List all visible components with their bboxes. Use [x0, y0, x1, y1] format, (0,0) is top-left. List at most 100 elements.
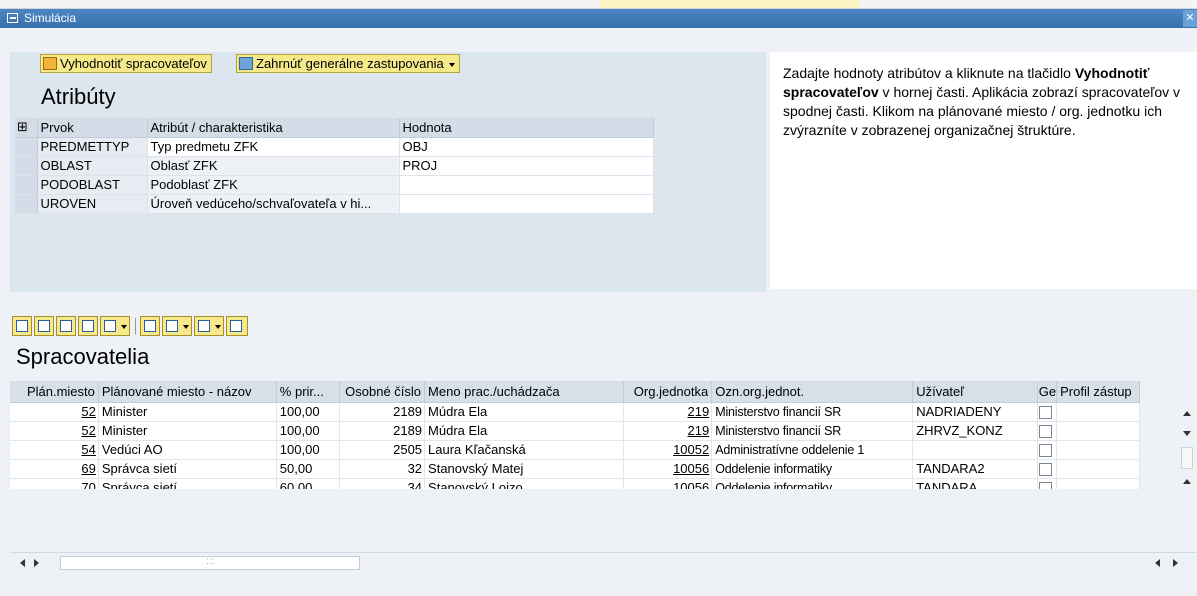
- close-icon[interactable]: ✕: [1183, 10, 1197, 27]
- cell-profile: [1056, 440, 1140, 460]
- toolbar-separator: [135, 318, 136, 334]
- cell-plan-id[interactable]: 70: [10, 478, 99, 489]
- cell-profile: [1056, 421, 1140, 441]
- cell-org-unit[interactable]: 219: [623, 421, 713, 441]
- row-selector[interactable]: [15, 137, 38, 157]
- attribute-element: OBLAST: [37, 156, 148, 176]
- column-header-ge[interactable]: Ge: [1037, 381, 1058, 403]
- general-substitution-checkbox[interactable]: [1038, 444, 1052, 458]
- find-next-icon[interactable]: [78, 316, 98, 336]
- row-selector[interactable]: [15, 194, 38, 214]
- column-header-percent[interactable]: % prir...: [276, 381, 341, 403]
- row-selector[interactable]: [15, 175, 38, 195]
- attribute-description: Typ predmetu ZFK: [147, 137, 400, 157]
- cell-ge: [1037, 402, 1058, 422]
- cell-org-unit[interactable]: 10052: [623, 440, 713, 460]
- column-header-plan-id[interactable]: Plán.miesto: [10, 381, 99, 403]
- column-header-profile[interactable]: Profil zástup: [1056, 381, 1140, 403]
- attributes-panel: Vyhodnotiť spracovateľov Zahrnúť generál…: [10, 52, 766, 292]
- row-selector[interactable]: [15, 156, 38, 176]
- table-row[interactable]: 52 Minister 100,00 2189 Múdra Ela 219 Minister…: [10, 421, 1197, 441]
- attribute-value-input[interactable]: OBJ: [399, 137, 654, 157]
- cell-person-name: Múdra Ela: [424, 421, 624, 441]
- cell-percent: 60,00: [276, 478, 341, 489]
- cell-user: ZHRVZ_KONZ: [912, 421, 1038, 441]
- column-header-plan-name[interactable]: Plánované miesto - názov: [98, 381, 277, 403]
- layout-icon[interactable]: ⊞: [15, 118, 38, 138]
- general-substitution-checkbox[interactable]: [1038, 482, 1052, 489]
- cell-plan-id[interactable]: 54: [10, 440, 99, 460]
- column-header-attribute[interactable]: Atribút / charakteristika: [147, 118, 400, 138]
- cell-plan-id-link[interactable]: 54: [81, 442, 95, 457]
- attribute-value-input[interactable]: [399, 175, 654, 195]
- sort-ascending-icon[interactable]: [12, 316, 32, 336]
- column-header-element[interactable]: Prvok: [37, 118, 148, 138]
- cell-plan-id-link[interactable]: 69: [81, 461, 95, 476]
- cell-plan-id[interactable]: 52: [10, 421, 99, 441]
- cell-plan-id-link[interactable]: 70: [81, 480, 95, 489]
- horizontal-scroll-thumb[interactable]: :::: [60, 556, 360, 570]
- general-substitution-checkbox[interactable]: [1038, 406, 1052, 420]
- table-row[interactable]: 54 Vedúci AO 100,00 2505 Laura Kľačanská 1005…: [10, 440, 1197, 460]
- cell-org-unit-link[interactable]: 219: [688, 423, 710, 438]
- scroll-up-icon-2[interactable]: [1183, 479, 1191, 484]
- processors-table: Plán.miesto Plánované miesto - názov % p…: [10, 381, 1197, 489]
- cell-plan-id[interactable]: 69: [10, 459, 99, 479]
- scroll-left-icon[interactable]: [20, 559, 25, 567]
- general-substitution-checkbox[interactable]: [1038, 463, 1052, 477]
- cell-profile: [1056, 402, 1140, 422]
- view-icon[interactable]: [162, 316, 192, 336]
- cell-org-unit-link[interactable]: 219: [688, 404, 710, 419]
- cell-percent: 100,00: [276, 421, 341, 441]
- cell-user: [912, 440, 1038, 460]
- attribute-row: PODOBLAST Podoblasť ZFK: [15, 175, 654, 195]
- table-row[interactable]: 70 Správca sietí 60,00 34 Stanovský Lojzo 100…: [10, 478, 1197, 489]
- column-header-org-name[interactable]: Ozn.org.jednot.: [711, 381, 914, 403]
- scroll-up-icon[interactable]: [1183, 411, 1191, 416]
- cell-profile: [1056, 478, 1140, 489]
- column-header-person-number[interactable]: Osobné číslo: [339, 381, 426, 403]
- attribute-value-input[interactable]: PROJ: [399, 156, 654, 176]
- column-header-org-unit[interactable]: Org.jednotka: [623, 381, 713, 403]
- cell-user: TANDARA2: [912, 459, 1038, 479]
- attribute-value-input[interactable]: [399, 194, 654, 214]
- scroll-left-icon-2[interactable]: [1155, 559, 1160, 567]
- include-substitutions-button[interactable]: Zahrnúť generálne zastupovania: [236, 54, 460, 73]
- filter-icon[interactable]: [100, 316, 130, 336]
- print-icon[interactable]: [140, 316, 160, 336]
- table-row[interactable]: 52 Minister 100,00 2189 Múdra Ela 219 Minister…: [10, 402, 1197, 422]
- attribute-description: Oblasť ZFK: [147, 156, 400, 176]
- attribute-element: PODOBLAST: [37, 175, 148, 195]
- evaluate-processors-button[interactable]: Vyhodnotiť spracovateľov: [40, 54, 212, 73]
- column-header-user[interactable]: Užívateľ: [912, 381, 1038, 403]
- cell-org-unit-link[interactable]: 10056: [673, 480, 709, 489]
- sort-descending-icon[interactable]: [34, 316, 54, 336]
- cell-org-unit[interactable]: 10056: [623, 459, 713, 479]
- cell-plan-id[interactable]: 52: [10, 402, 99, 422]
- cell-org-unit[interactable]: 219: [623, 402, 713, 422]
- scroll-right-icon[interactable]: [34, 559, 39, 567]
- vertical-scrollbar[interactable]: [1177, 401, 1197, 489]
- cell-org-unit[interactable]: 10056: [623, 478, 713, 489]
- column-header-person-name[interactable]: Meno prac./uchádzača: [424, 381, 624, 403]
- find-icon[interactable]: [56, 316, 76, 336]
- cell-org-unit-link[interactable]: 10052: [673, 442, 709, 457]
- cell-org-unit-link[interactable]: 10056: [673, 461, 709, 476]
- scroll-right-icon-2[interactable]: [1173, 559, 1178, 567]
- chevron-down-icon: [448, 62, 455, 67]
- general-substitution-checkbox[interactable]: [1038, 425, 1052, 439]
- scroll-thumb[interactable]: [1181, 447, 1193, 469]
- horizontal-scrollbar[interactable]: :::: [10, 552, 1197, 572]
- include-substitutions-label: Zahrnúť generálne zastupovania: [256, 56, 444, 71]
- table-row[interactable]: 69 Správca sietí 50,00 32 Stanovský Matej 100…: [10, 459, 1197, 479]
- cell-percent: 100,00: [276, 440, 341, 460]
- scroll-down-icon[interactable]: [1183, 431, 1191, 436]
- attribute-description: Podoblasť ZFK: [147, 175, 400, 195]
- cell-user: NADRIADENY: [912, 402, 1038, 422]
- background-window-strip: [0, 0, 1197, 9]
- column-header-value[interactable]: Hodnota: [399, 118, 654, 138]
- cell-plan-id-link[interactable]: 52: [81, 404, 95, 419]
- cell-plan-id-link[interactable]: 52: [81, 423, 95, 438]
- layout-grid-icon[interactable]: [226, 316, 248, 336]
- export-icon[interactable]: [194, 316, 224, 336]
